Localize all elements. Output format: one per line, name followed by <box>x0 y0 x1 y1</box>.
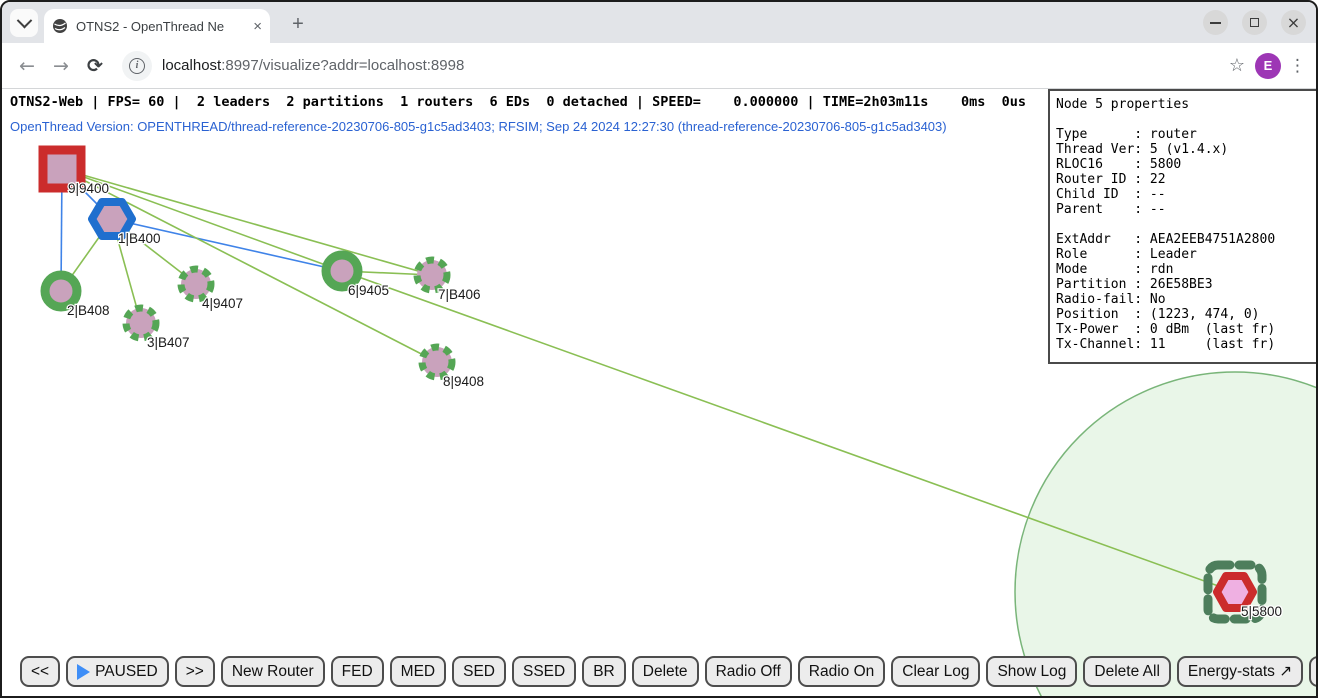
radio-range-node-5 <box>1015 372 1318 698</box>
toolbar-button-label: New Router <box>232 663 314 681</box>
toolbar-button-energy-stats[interactable]: Energy-stats ↗ <box>1177 656 1303 687</box>
toolbar-button-radio-on[interactable]: Radio On <box>798 656 885 687</box>
minimize-button[interactable] <box>1203 10 1228 35</box>
toolbar-button-label: BR <box>593 663 615 681</box>
toolbar-button-label: Clear Log <box>902 663 969 681</box>
simulator-canvas: 9|9400 1|B400 2|B408 3|B407 4|9407 6|9405 7|B4… <box>2 89 1316 696</box>
toolbar-button-ssed[interactable]: SSED <box>512 656 576 687</box>
tab-title: OTNS2 - OpenThread Ne <box>76 19 247 34</box>
node-label-5: 5|5800 <box>1241 604 1282 619</box>
address-bar[interactable]: localhost:8997/visualize?addr=localhost:… <box>162 57 1219 74</box>
tab-strip: OTNS2 - OpenThread Ne × + × <box>2 2 1316 43</box>
status-bar: OTNS2-Web | FPS= 60 | 2 leaders 2 partit… <box>10 94 1026 110</box>
bookmark-star-icon[interactable]: ☆ <box>1229 55 1245 76</box>
edge-9-8 <box>62 169 437 362</box>
toolbar-button-[interactable]: >> <box>175 656 215 687</box>
bottom-toolbar: << PAUSED >> New Router FED MED SED SSED BR Delet… <box>20 656 1318 687</box>
url-path: :8997/visualize?addr=localhost:8998 <box>221 57 464 74</box>
close-icon: × <box>1287 15 1300 31</box>
reload-icon[interactable]: ⟳ <box>78 55 112 77</box>
browser-toolbar: ← → ⟳ i localhost:8997/visualize?addr=lo… <box>2 43 1316 89</box>
version-line: OpenThread Version: OPENTHREAD/thread-re… <box>10 119 947 134</box>
close-button[interactable]: × <box>1281 10 1306 35</box>
node-label-3: 3|B407 <box>147 335 190 350</box>
toolbar-button-new-router[interactable]: New Router <box>221 656 325 687</box>
profile-avatar[interactable]: E <box>1255 53 1281 79</box>
browser-window: OTNS2 - OpenThread Ne × + × ← → ⟳ i loca… <box>0 0 1318 698</box>
node-label-7: 7|B406 <box>438 287 481 302</box>
node-label-4: 4|9407 <box>202 296 243 311</box>
toolbar-button-[interactable]: << <box>20 656 60 687</box>
toolbar-button-clear-log[interactable]: Clear Log <box>891 656 980 687</box>
toolbar-button-delete[interactable]: Delete <box>632 656 699 687</box>
node-label-8: 8|9408 <box>443 374 484 389</box>
tab-close-icon[interactable]: × <box>253 19 262 34</box>
menu-kebab-icon[interactable]: ⋮ <box>1289 56 1306 76</box>
node-4[interactable] <box>181 269 211 299</box>
url-host: localhost <box>162 57 221 74</box>
node-label-6: 6|9405 <box>348 283 389 298</box>
toolbar-button-sed[interactable]: SED <box>452 656 506 687</box>
toolbar-button-label: PAUSED <box>95 663 158 681</box>
play-icon <box>77 664 90 680</box>
browser-tab[interactable]: OTNS2 - OpenThread Ne × <box>44 9 270 43</box>
toolbar-button-label: Delete All <box>1094 663 1159 681</box>
node-properties-panel: Node 5 properties Type : router Thread V… <box>1048 89 1318 364</box>
toolbar-button-med[interactable]: MED <box>390 656 446 687</box>
toolbar-button-label: Delete <box>643 663 688 681</box>
toolbar-button-label: Radio On <box>809 663 874 681</box>
node-label-1: 1|B400 <box>118 231 161 246</box>
panel-title: Node 5 properties <box>1056 97 1318 112</box>
toolbar-button-label: << <box>31 663 49 681</box>
info-icon: i <box>129 58 145 74</box>
maximize-button[interactable] <box>1242 10 1267 35</box>
chevron-down-icon <box>16 12 32 28</box>
window-controls: × <box>1203 10 1306 35</box>
toolbar-button-label: SED <box>463 663 495 681</box>
forward-icon[interactable]: → <box>44 55 78 77</box>
toolbar-button-node-stats[interactable]: Node-stats ↗ <box>1309 656 1318 687</box>
new-tab-button[interactable]: + <box>284 10 312 38</box>
tab-search-button[interactable] <box>10 9 38 37</box>
toolbar-button-label: >> <box>186 663 204 681</box>
node-label-9: 9|9400 <box>68 181 109 196</box>
maximize-icon <box>1250 18 1259 27</box>
toolbar-button-label: Radio Off <box>716 663 781 681</box>
site-info-button[interactable]: i <box>122 51 152 81</box>
toolbar-button-label: MED <box>401 663 435 681</box>
toolbar-button-label: FED <box>342 663 373 681</box>
node-8[interactable] <box>422 347 452 377</box>
globe-favicon-icon <box>52 18 68 34</box>
toolbar-button-show-log[interactable]: Show Log <box>986 656 1077 687</box>
toolbar-button-radio-off[interactable]: Radio Off <box>705 656 792 687</box>
toolbar-button-label: Energy-stats ↗ <box>1188 662 1292 681</box>
toolbar-button-fed[interactable]: FED <box>331 656 384 687</box>
toolbar-button-label: SSED <box>523 663 565 681</box>
toolbar-button-label: Show Log <box>997 663 1066 681</box>
toolbar-button-delete-all[interactable]: Delete All <box>1083 656 1170 687</box>
node-label-2: 2|B408 <box>67 303 110 318</box>
back-icon[interactable]: ← <box>10 55 44 77</box>
toolbar-button-paused[interactable]: PAUSED <box>66 656 169 687</box>
toolbar-button-br[interactable]: BR <box>582 656 626 687</box>
node-3[interactable] <box>126 308 156 338</box>
panel-lines: Type : router Thread Ver: 5 (v1.4.x) RLO… <box>1056 112 1318 352</box>
minimize-icon <box>1210 22 1221 24</box>
node-7[interactable] <box>417 260 447 290</box>
